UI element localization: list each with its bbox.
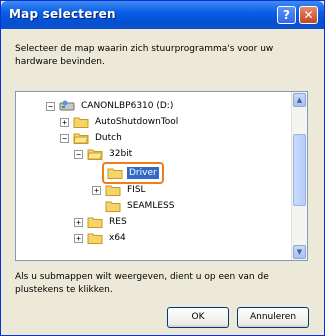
expand-icon[interactable]: + [92, 185, 101, 195]
folder-open-icon [87, 149, 103, 160]
scroll-up-button[interactable]: ▲ [293, 93, 306, 107]
select-folder-dialog: Map selecteren ? ✕ Selecteer de map waar… [0, 0, 325, 336]
collapse-icon[interactable]: − [60, 133, 69, 143]
vertical-scrollbar[interactable]: ▲ ▼ [291, 92, 307, 260]
tree-item-label: FISL [127, 185, 146, 195]
tree-item-label: CANONLBP6310 (D:) [81, 101, 174, 111]
close-button[interactable]: ✕ [299, 6, 318, 24]
tree-item-seamless[interactable]: SEAMLESS [105, 198, 176, 214]
expand-icon[interactable]: + [60, 117, 69, 127]
tree-item-label: AutoShutdownTool [95, 117, 179, 127]
tree-item-drive[interactable]: − CANONLBP6310 (D:) [46, 98, 175, 114]
tree-item-res[interactable]: + RES [74, 214, 129, 230]
tree-item-label: Dutch [95, 133, 122, 143]
folder-icon [105, 185, 121, 196]
dialog-title: Map selecteren [9, 7, 116, 21]
folder-icon [73, 117, 89, 128]
tree-item-driver[interactable]: Driver [102, 162, 164, 184]
tree-item-32bit[interactable]: − 32bit [74, 146, 134, 162]
scroll-thumb[interactable] [293, 134, 306, 206]
help-button[interactable]: ? [277, 6, 296, 24]
tree-item-autoshutdowntool[interactable]: + AutoShutdownTool [60, 114, 180, 130]
collapse-icon[interactable]: − [46, 101, 55, 111]
tree-item-x64[interactable]: + x64 [74, 230, 128, 246]
dialog-description: Selecteer de map waarin zich stuurprogra… [15, 44, 274, 67]
folder-icon [87, 233, 103, 244]
cancel-button[interactable]: Annuleren [237, 307, 309, 328]
tree-item-label: 32bit [109, 149, 133, 159]
title-bar[interactable]: Map selecteren ? ✕ [1, 1, 324, 29]
subfolder-hint: Als u submappen wilt weergeven, dient u … [15, 272, 269, 295]
tree-item-dutch[interactable]: − Dutch [60, 130, 124, 146]
drive-icon [59, 100, 75, 111]
tree-item-label: SEAMLESS [127, 201, 175, 211]
collapse-icon[interactable]: − [74, 149, 83, 159]
tree-item-fisl[interactable]: + FISL [92, 182, 148, 198]
tree-item-label: x64 [109, 233, 126, 243]
folder-icon [105, 201, 121, 212]
ok-button[interactable]: OK [167, 307, 229, 328]
folder-icon [87, 217, 103, 228]
tree-item-label: Driver [127, 167, 159, 179]
folder-icon [107, 168, 123, 179]
folder-open-icon [73, 133, 89, 144]
tree-item-label: RES [109, 217, 127, 227]
expand-icon[interactable]: + [74, 233, 83, 243]
folder-tree[interactable]: − CANONLBP6310 (D:) + AutoShutdownTool −… [15, 91, 308, 261]
expand-icon[interactable]: + [74, 217, 83, 227]
scroll-down-button[interactable]: ▼ [293, 245, 306, 259]
